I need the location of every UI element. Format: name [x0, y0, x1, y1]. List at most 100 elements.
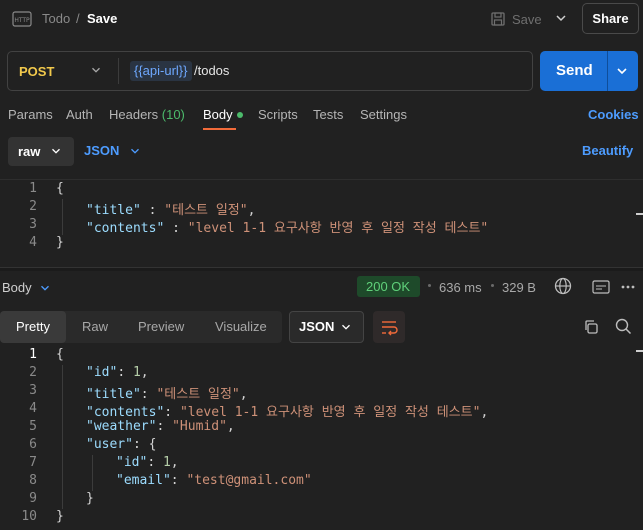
- body-format-select[interactable]: JSON: [84, 143, 119, 158]
- indent-guide: [92, 455, 93, 491]
- json-colon: :: [117, 365, 133, 380]
- code-line: "email": "test@gmail.com": [116, 473, 312, 491]
- indent-guide: [62, 365, 63, 509]
- code-line: "title" : "테스트 일정",: [86, 199, 256, 218]
- search-icon[interactable]: [615, 318, 632, 335]
- active-tab-underline: [203, 128, 236, 130]
- separator-dot: [428, 284, 431, 287]
- cookies-link[interactable]: Cookies: [588, 107, 639, 122]
- chevron-down-icon[interactable]: [614, 63, 630, 79]
- tab-auth[interactable]: Auth: [66, 107, 93, 122]
- save-icon: [491, 12, 505, 26]
- line-number: 9: [29, 491, 37, 506]
- tab-tests[interactable]: Tests: [313, 107, 343, 122]
- json-key: "contents": [86, 405, 165, 420]
- tab-params[interactable]: Params: [8, 107, 53, 122]
- json-key: "user": [86, 437, 133, 452]
- code-line: {: [56, 347, 64, 362]
- tab-raw[interactable]: Raw: [82, 319, 108, 334]
- response-body-viewer[interactable]: 1 2 3 4 5 6 7 8 9 10 { "id": 1, "title":…: [0, 347, 643, 530]
- copy-icon[interactable]: [583, 319, 599, 335]
- separator-dot: [491, 284, 494, 287]
- share-button[interactable]: Share: [582, 3, 639, 34]
- json-comma: ,: [239, 387, 248, 402]
- json-colon: :: [170, 473, 187, 488]
- json-string: "level 1-1 요구사항 반영 후 일정 작성 테스트": [179, 405, 481, 420]
- json-key: "contents": [86, 221, 165, 236]
- scrollbar-marker[interactable]: [636, 213, 643, 215]
- url-variable[interactable]: {{api-url}}: [130, 61, 192, 81]
- breadcrumb-request-name[interactable]: Save: [87, 11, 117, 26]
- tab-body[interactable]: Body: [203, 107, 233, 122]
- line-number: 4: [29, 401, 37, 416]
- code-line: }: [56, 235, 64, 250]
- json-string: "테스트 일정": [164, 203, 248, 218]
- response-size[interactable]: 329 B: [502, 280, 536, 295]
- response-format-label[interactable]: JSON: [299, 319, 334, 334]
- body-indicator-dot: [237, 112, 243, 118]
- chevron-down-icon[interactable]: [128, 144, 142, 158]
- json-key: "title": [86, 387, 141, 402]
- headers-count: (10): [161, 107, 185, 122]
- breadcrumb-separator: /: [76, 11, 80, 26]
- url-divider: [118, 58, 119, 84]
- json-number: 1: [132, 365, 141, 380]
- send-label[interactable]: Send: [556, 62, 593, 79]
- json-key: "weather": [86, 419, 157, 434]
- status-code: 200 OK: [366, 279, 411, 294]
- line-number: 1: [29, 347, 37, 362]
- wrap-lines-button[interactable]: [373, 311, 405, 343]
- response-divider[interactable]: [0, 267, 643, 271]
- more-options-icon[interactable]: [620, 279, 636, 295]
- json-key: "id": [116, 455, 148, 470]
- scrollbar-marker[interactable]: [636, 350, 643, 352]
- request-body-editor[interactable]: 1 2 3 4 { "title" : "테스트 일정", "contents"…: [0, 181, 643, 263]
- tab-scripts[interactable]: Scripts: [258, 107, 298, 122]
- json-comma: ,: [170, 455, 179, 470]
- code-line: }: [86, 491, 94, 506]
- json-string: "테스트 일정": [156, 387, 240, 402]
- chevron-down-icon[interactable]: [49, 144, 63, 158]
- code-line: }: [56, 509, 64, 524]
- json-comma: ,: [226, 419, 235, 434]
- chevron-down-icon[interactable]: [89, 63, 103, 77]
- globe-icon[interactable]: [554, 277, 572, 295]
- code-line: "weather": "Humid",: [86, 419, 235, 437]
- save-button[interactable]: Save: [490, 7, 546, 31]
- line-number: 3: [29, 383, 37, 398]
- beautify-button[interactable]: Beautify: [582, 143, 633, 158]
- json-comma: ,: [140, 365, 149, 380]
- json-number: 1: [162, 455, 171, 470]
- line-number: 2: [29, 365, 37, 380]
- chevron-down-icon[interactable]: [38, 281, 52, 295]
- code-line: "id": 1,: [86, 365, 149, 383]
- line-number: 1: [29, 181, 37, 196]
- code-line: "id": 1,: [116, 455, 179, 473]
- http-icon: HTTP: [12, 11, 32, 27]
- url-input[interactable]: /todos: [194, 63, 229, 78]
- json-comma: ,: [247, 203, 256, 218]
- tab-visualize[interactable]: Visualize: [215, 319, 267, 334]
- line-number: 10: [21, 509, 37, 524]
- json-colon: :: [147, 455, 163, 470]
- code-line: {: [56, 181, 64, 196]
- tab-preview[interactable]: Preview: [138, 319, 184, 334]
- response-section-select[interactable]: Body: [2, 280, 32, 295]
- save-label: Save: [512, 11, 542, 27]
- tab-pretty[interactable]: Pretty: [16, 319, 50, 334]
- line-number: 5: [29, 419, 37, 434]
- body-mode-label[interactable]: raw: [18, 144, 40, 159]
- tab-headers[interactable]: Headers (10): [109, 107, 185, 122]
- chevron-down-icon[interactable]: [339, 320, 353, 334]
- code-line: "contents": "level 1-1 요구사항 반영 후 일정 작성 테…: [86, 401, 488, 420]
- json-colon: :: [164, 221, 188, 236]
- json-colon: :: [140, 387, 157, 402]
- tab-settings[interactable]: Settings: [360, 107, 407, 122]
- method-select[interactable]: POST: [19, 64, 54, 79]
- indent-guide: [62, 199, 63, 235]
- json-colon: :: [132, 437, 149, 452]
- response-time[interactable]: 636 ms: [439, 280, 482, 295]
- chevron-down-icon[interactable]: [553, 10, 569, 26]
- save-response-icon[interactable]: [592, 279, 610, 295]
- breadcrumb-collection[interactable]: Todo: [42, 11, 70, 26]
